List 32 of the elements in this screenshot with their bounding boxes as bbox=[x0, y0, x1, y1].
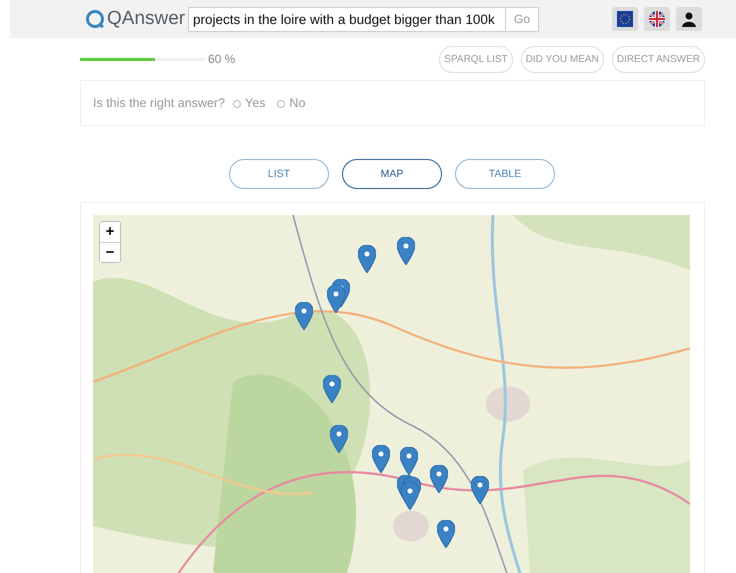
logo-icon bbox=[85, 9, 105, 29]
map-pin-cluster-icon[interactable] bbox=[397, 475, 421, 510]
uk-flag-icon[interactable] bbox=[644, 7, 670, 31]
action-button[interactable]: SPARQL LIST bbox=[439, 46, 513, 72]
map-pin-icon[interactable] bbox=[323, 375, 341, 403]
radio-label[interactable]: Yes bbox=[245, 96, 266, 110]
action-button[interactable]: DIRECT ANSWER bbox=[612, 46, 705, 72]
radio-label[interactable]: No bbox=[289, 96, 306, 110]
map-pin-icon[interactable] bbox=[372, 445, 390, 473]
view-tab[interactable]: LIST bbox=[229, 159, 329, 189]
logo-text: QAnswer bbox=[107, 8, 186, 30]
map-pin-icon[interactable] bbox=[471, 476, 489, 504]
map-pin-icon[interactable] bbox=[330, 425, 348, 453]
user-icon[interactable] bbox=[676, 7, 702, 31]
map-pin-cluster-icon[interactable] bbox=[327, 279, 350, 313]
view-tab[interactable]: MAP bbox=[342, 159, 442, 189]
map-pin-icon[interactable] bbox=[295, 302, 313, 330]
progress-label: 60 % bbox=[208, 52, 236, 66]
map-pin-icon[interactable] bbox=[397, 237, 415, 265]
search-field[interactable]: projects in the loire with a budget bigger than 100k bbox=[188, 6, 506, 32]
action-button[interactable]: DID YOU MEAN bbox=[520, 46, 604, 72]
zoom-out-button[interactable]: − bbox=[100, 242, 120, 262]
eu-flag-icon[interactable] bbox=[612, 7, 638, 31]
radio-button[interactable] bbox=[233, 100, 242, 108]
map-pin-icon[interactable] bbox=[400, 447, 418, 475]
map-pin-icon[interactable] bbox=[430, 465, 448, 493]
map-pin-icon[interactable] bbox=[358, 245, 376, 273]
map-pin-icon[interactable] bbox=[437, 520, 455, 548]
radio-button[interactable] bbox=[277, 100, 286, 108]
feedback-question: Is this the right answer? bbox=[93, 96, 226, 110]
go-button[interactable]: Go bbox=[506, 6, 539, 32]
view-tab[interactable]: TABLE bbox=[455, 159, 555, 189]
